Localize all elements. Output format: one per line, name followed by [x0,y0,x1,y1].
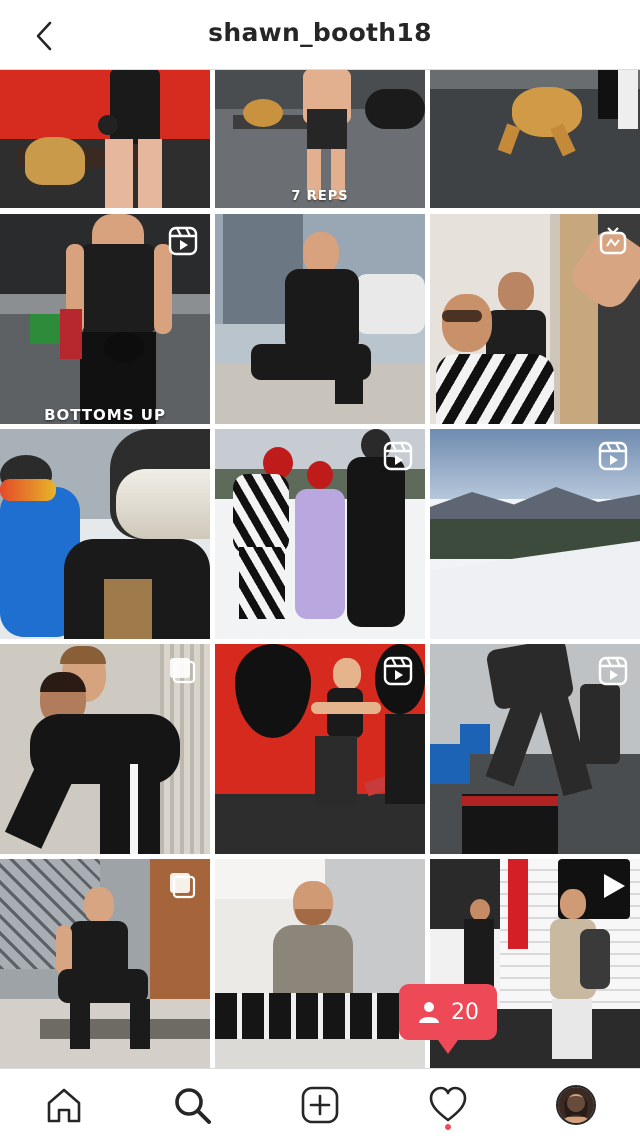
profile-username[interactable]: shawn_booth18 [0,18,640,47]
grid-tile[interactable] [215,214,425,424]
igtv-icon [599,227,627,255]
reels-icon [383,656,413,686]
bottom-navigation [0,1068,640,1138]
grid-tile[interactable]: BOTTOMS UP [0,214,210,424]
nav-search[interactable] [170,1083,214,1127]
grid-tile[interactable] [430,644,640,854]
home-icon [47,1088,81,1123]
reels-icon [383,441,413,471]
nav-profile-avatar[interactable] [556,1085,596,1125]
grid-tile[interactable] [0,644,210,854]
grid-tile[interactable] [430,70,640,208]
video-icon [604,874,625,898]
carousel-icon [170,873,196,899]
reels-icon [598,656,628,686]
reels-icon [598,441,628,471]
grid-tile[interactable] [215,644,425,854]
plus-square-icon [301,1086,339,1124]
nav-home[interactable] [42,1083,86,1127]
reels-icon [168,226,198,256]
grid-tile[interactable] [215,859,425,1068]
grid-tile[interactable] [215,429,425,639]
grid-tile[interactable] [0,859,210,1068]
activity-indicator-dot [445,1124,451,1130]
heart-icon [429,1086,467,1122]
activity-notification-badge[interactable]: 20 [399,984,497,1054]
tile-caption: 7 REPS [291,189,349,204]
grid-tile[interactable] [430,429,640,639]
grid-tile[interactable] [430,214,640,424]
nav-new-post[interactable] [298,1083,342,1127]
carousel-icon [170,658,196,684]
explore-grid: 7 REPS BOTTOMS UP [0,70,640,1068]
grid-tile[interactable]: 7 REPS [215,70,425,208]
top-bar: shawn_booth18 [0,0,640,70]
activity-count: 20 [451,999,479,1025]
grid-tile[interactable] [0,70,210,208]
grid-tile[interactable] [0,429,210,639]
tile-caption: BOTTOMS UP [44,406,166,424]
person-icon [419,1002,439,1023]
avatar [558,1087,594,1123]
nav-activity[interactable] [426,1083,470,1127]
search-icon [175,1088,211,1124]
